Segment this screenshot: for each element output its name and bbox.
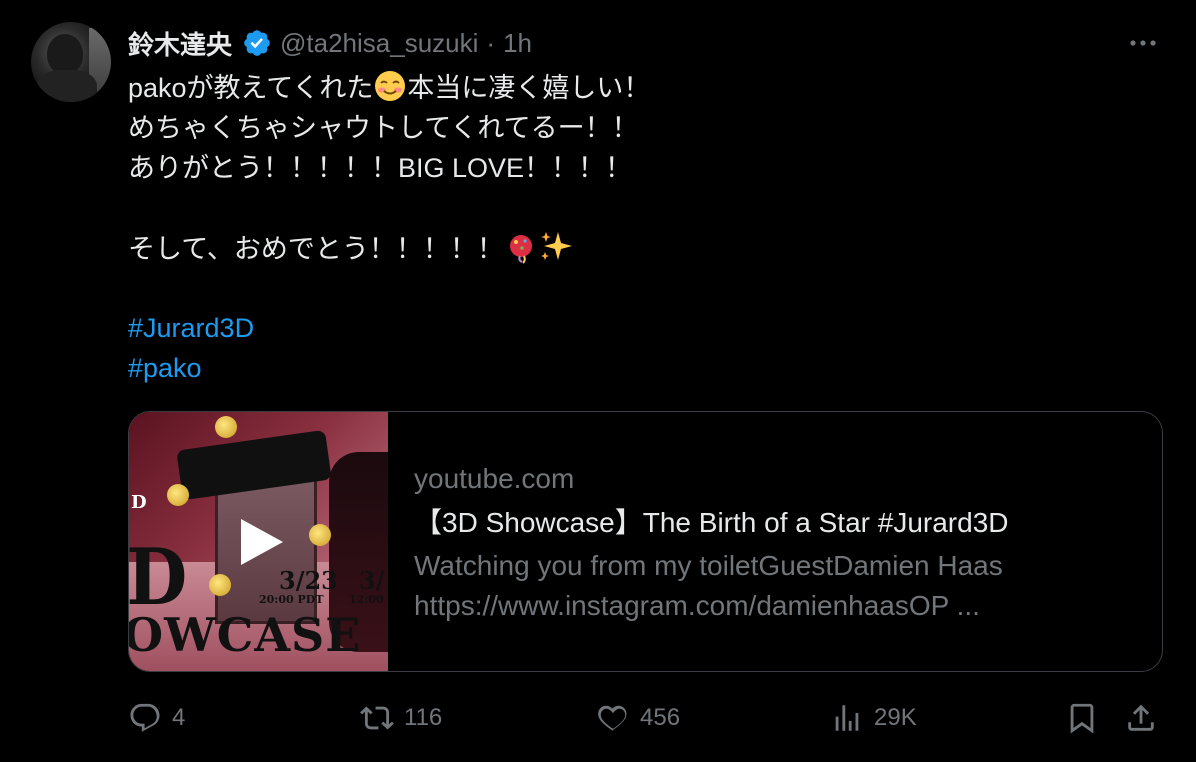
repost-icon [360,706,394,730]
card-domain: youtube.com [414,463,575,494]
separator-dot: · [486,27,496,58]
like-button[interactable]: 456 [596,696,680,740]
card-title[interactable]: 【3D Showcase】The Birth of a Star #Jurard… [414,500,1008,546]
thumbnail-date-2: 3/ [359,566,385,595]
repost-count: 116 [404,704,443,731]
tweet-line-4: そして、おめでとう！！！！！ [128,228,650,268]
share-button[interactable] [1124,696,1158,740]
sparkles-emoji-icon [540,232,572,260]
coin-shape [309,524,331,546]
coin-shape [167,484,189,506]
views-icon [835,705,859,731]
tweet-line-1-part-a: pakoが教えてくれた [128,73,374,103]
link-card[interactable]: D D 3/23 3/ 20:00 PDT 12:00 OWCASE youtu… [128,411,1163,672]
timestamp[interactable]: 1h [503,28,532,59]
thumbnail-small-text: D [131,492,147,513]
views-count: 29K [874,704,917,731]
action-bar: 4 116 456 29K [128,696,1168,740]
more-icon[interactable] [1126,26,1160,60]
share-icon [1128,704,1154,731]
card-description-line-1: Watching you from my toiletGuestDamien H… [414,550,1003,581]
thumbnail-showcase-text: OWCASE [129,608,362,662]
hashtag-link[interactable]: #pako [128,348,650,388]
tweet-header: 鈴木達央 @ta2hisa_suzuki · 1h [128,22,532,64]
like-icon [598,705,627,731]
reply-count: 4 [172,704,186,731]
video-thumbnail[interactable]: D D 3/23 3/ 20:00 PDT 12:00 OWCASE [129,412,388,671]
avatar[interactable] [31,22,111,102]
tweet[interactable]: 鈴木達央 @ta2hisa_suzuki · 1h pakoが教えてくれた 本当… [0,0,1196,762]
thumbnail-time-1: 20:00 PDT [259,593,324,606]
play-icon[interactable] [237,517,285,567]
thumbnail-date-1: 3/23 [279,566,338,595]
like-count: 456 [640,704,681,731]
avatar-body-shape [37,70,97,102]
tweet-text: pakoが教えてくれた 本当に凄く嬉しい！ めちゃくちゃシャウトしてくれてるー！… [128,68,650,388]
card-description-line-2: https://www.instagram.com/damienhaasOP .… [414,590,980,621]
tweet-line-1: pakoが教えてくれた 本当に凄く嬉しい！ [128,68,650,108]
tweet-line-3: ありがとう！！！！！BIG LOVE！！！！ [128,153,633,183]
tweet-line-1-part-b: 本当に凄く嬉しい！ [407,73,651,103]
thumbnail-time-2: 12:00 [349,593,384,606]
smiling-face-emoji-icon [375,71,406,101]
coin-shape [215,416,237,438]
reply-icon [130,703,160,732]
verified-badge-icon[interactable] [242,28,272,58]
bookmark-icon [1070,703,1094,734]
avatar-head-shape [47,34,83,74]
display-name[interactable]: 鈴木達央 [128,25,232,62]
coin-shape [209,574,231,596]
views-button[interactable]: 29K [830,696,917,740]
reply-button[interactable]: 4 [128,696,185,740]
card-info: youtube.com 【3D Showcase】The Birth of a … [414,458,1008,626]
bookmark-button[interactable] [1065,696,1099,740]
repost-button[interactable]: 116 [360,696,442,740]
tweet-line-4-text: そして、おめでとう！！！！！ [128,234,504,264]
party-popper-emoji-icon [509,235,532,264]
hashtag-link[interactable]: #Jurard3D [128,308,650,348]
tweet-line-2: めちゃくちゃシャウトしてくれてるー！！ [128,113,639,143]
handle[interactable]: @ta2hisa_suzuki [280,28,478,59]
